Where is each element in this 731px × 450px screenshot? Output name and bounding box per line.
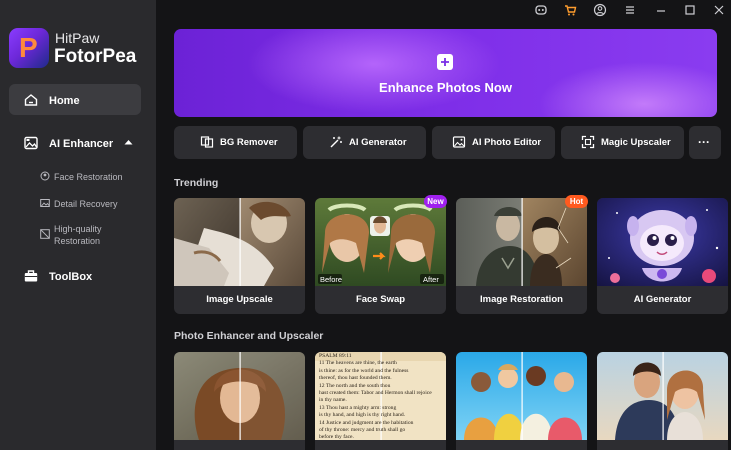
image-upscale-caption: Image Upscale <box>206 294 273 305</box>
trending-title: Trending <box>174 177 219 189</box>
sidebar-item-detail-recovery[interactable]: Detail Recovery <box>54 198 118 210</box>
sidebar-item-high-quality-line1[interactable]: High-quality <box>54 223 102 235</box>
bg-remover-button[interactable]: BG Remover <box>174 126 297 159</box>
before-label: Before <box>320 275 343 284</box>
ai-generator-label: AI Generator <box>349 137 407 148</box>
upscale-icon <box>581 135 595 149</box>
after-label: After <box>423 275 439 284</box>
discord-icon[interactable] <box>534 3 548 17</box>
ai-generator-card[interactable]: AI Generator <box>597 198 728 314</box>
sidebar-item-face-restoration[interactable]: Face Restoration <box>54 171 123 183</box>
magic-upscaler-label: Magic Upscaler <box>601 137 671 148</box>
ai-generator-button[interactable]: AI Generator <box>303 126 426 159</box>
toolbox-icon[interactable] <box>23 268 39 284</box>
new-badge: New <box>424 195 447 208</box>
group-photo-thumbnail <box>456 352 587 440</box>
magic-wand-icon <box>330 136 342 148</box>
face-swap-thumbnail <box>315 198 446 286</box>
more-tools-button[interactable]: ··· <box>689 126 721 159</box>
sidebar-item-toolbox[interactable]: ToolBox <box>49 271 92 283</box>
sidebar-item-high-quality-line2[interactable]: Restoration <box>54 235 100 247</box>
minimize-icon[interactable] <box>654 3 668 17</box>
couple-photo-card[interactable] <box>597 352 728 450</box>
couple-photo-thumbnail <box>597 352 728 440</box>
brand-line2: FotorPea <box>54 46 137 67</box>
ai-photo-editor-button[interactable]: AI Photo Editor <box>432 126 555 159</box>
close-icon[interactable] <box>712 3 726 17</box>
bg-remover-icon <box>200 136 214 148</box>
ai-generator-thumbnail <box>597 198 728 286</box>
ai-photo-editor-label: AI Photo Editor <box>472 137 542 148</box>
sidebar-item-ai-enhancer[interactable]: AI Enhancer <box>49 138 113 150</box>
account-icon[interactable] <box>593 3 607 17</box>
bg-remover-label: BG Remover <box>220 137 278 148</box>
book-enhance-card[interactable]: PSALM 89:11 11 The heavens are thine, th… <box>315 352 446 450</box>
app-logo: P <box>9 28 49 68</box>
sidebar: P HitPaw FotorPea Home AI Enhancer Face … <box>0 0 156 450</box>
book-text: PSALM 89:11 11 The heavens are thine, th… <box>319 353 432 441</box>
face-restoration-icon <box>40 171 50 181</box>
ai-enhancer-icon[interactable] <box>23 135 39 151</box>
ai-generator-card-caption: AI Generator <box>633 294 692 305</box>
enhance-photos-label: Enhance Photos Now <box>379 80 512 95</box>
logo-letter: P <box>19 32 38 63</box>
home-icon <box>24 94 38 106</box>
chevron-up-icon[interactable] <box>124 139 133 145</box>
maximize-icon[interactable] <box>683 3 697 17</box>
face-swap-card[interactable]: Before After Face Swap <box>315 198 446 314</box>
group-photo-card[interactable] <box>456 352 587 450</box>
cart-icon[interactable] <box>563 3 577 17</box>
plus-icon <box>437 54 453 70</box>
photo-editor-icon <box>452 136 466 148</box>
more-icon: ··· <box>698 135 710 149</box>
sidebar-item-home-label: Home <box>49 95 80 107</box>
image-restoration-caption: Image Restoration <box>480 294 563 305</box>
image-upscale-card[interactable]: Image Upscale <box>174 198 305 314</box>
brand-line1: HitPaw <box>55 30 100 46</box>
portrait-enhance-thumbnail <box>174 352 305 440</box>
detail-recovery-icon <box>40 199 50 207</box>
image-restoration-card[interactable]: Image Restoration <box>456 198 587 314</box>
hot-badge: Hot <box>565 195 588 208</box>
image-restoration-thumbnail <box>456 198 587 286</box>
enhance-photos-banner[interactable] <box>174 29 717 117</box>
image-upscale-thumbnail <box>174 198 305 286</box>
face-swap-caption: Face Swap <box>355 294 406 305</box>
menu-icon[interactable] <box>623 3 637 17</box>
high-quality-restoration-icon <box>40 229 50 239</box>
photo-enhancer-title: Photo Enhancer and Upscaler <box>174 330 324 342</box>
portrait-enhance-card[interactable] <box>174 352 305 450</box>
magic-upscaler-button[interactable]: Magic Upscaler <box>561 126 684 159</box>
